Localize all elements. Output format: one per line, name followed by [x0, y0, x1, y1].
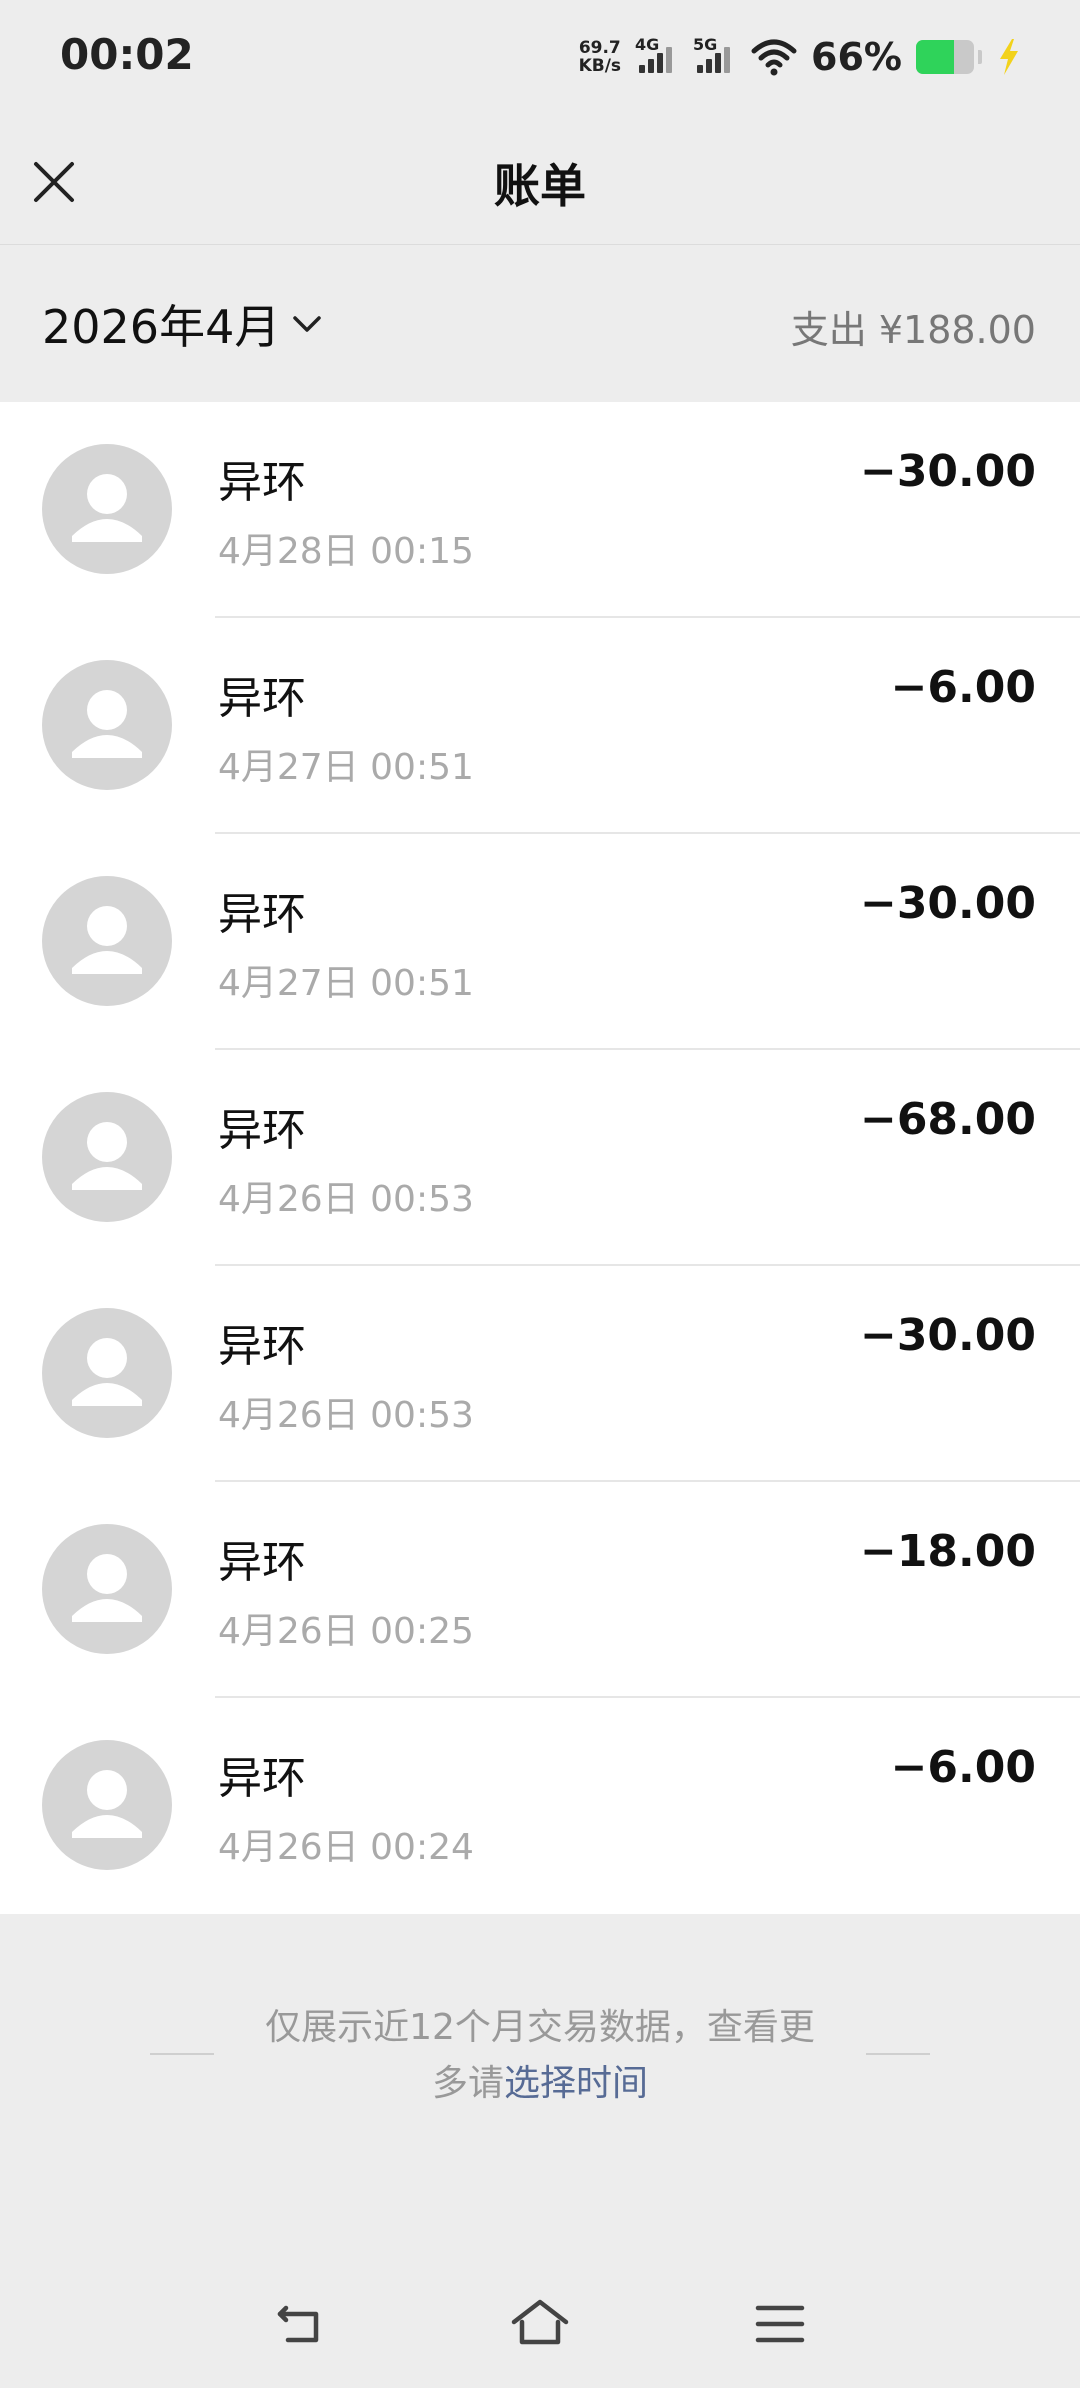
- avatar-placeholder-icon: [42, 660, 172, 790]
- status-bar: 00:02 69.7 KB/s 4G 5G 66%: [0, 0, 1080, 118]
- transaction-amount: −68.00: [859, 1094, 1036, 1145]
- battery-percent: 66%: [811, 35, 902, 79]
- transaction-time: 4月27日 00:51: [218, 747, 474, 788]
- expense-summary: 支出 ¥188.00: [790, 308, 1036, 352]
- transaction-time: 4月26日 00:25: [218, 1611, 474, 1652]
- status-time: 00:02: [60, 30, 194, 79]
- signal-sim1-icon: 4G: [635, 35, 679, 77]
- signal-sim2-icon: 5G: [693, 35, 737, 77]
- charging-bolt-icon: [1000, 39, 1018, 75]
- avatar-placeholder-icon: [42, 1308, 172, 1438]
- battery-fill: [916, 40, 955, 74]
- transaction-amount: −30.00: [859, 1310, 1036, 1361]
- transaction-amount: −6.00: [890, 1742, 1036, 1793]
- battery-icon: [916, 40, 974, 74]
- history-notice: 仅展示近12个月交易数据，查看更 多请选择时间: [0, 1910, 1080, 2210]
- merchant-name: 异环: [218, 1537, 306, 1588]
- transaction-time: 4月26日 00:24: [218, 1827, 474, 1868]
- network-speed-unit: KB/s: [578, 56, 622, 76]
- merchant-name: 异环: [218, 457, 306, 508]
- back-icon[interactable]: [272, 2294, 332, 2354]
- menu-icon[interactable]: [750, 2294, 810, 2354]
- notice-line-1: 仅展示近12个月交易数据，查看更: [265, 2007, 815, 2048]
- transaction-amount: −18.00: [859, 1526, 1036, 1577]
- avatar-placeholder-icon: [42, 1524, 172, 1654]
- notice-line-right: [866, 2053, 930, 2055]
- transaction-row[interactable]: 异环 4月27日 00:51 −6.00: [0, 618, 1080, 834]
- notice-line-2-prefix: 多请: [431, 2063, 504, 2104]
- top-bar: 账单: [0, 118, 1080, 245]
- merchant-name: 异环: [218, 889, 306, 940]
- month-label: 2026年4月: [42, 300, 281, 354]
- transaction-row[interactable]: 异环 4月26日 00:25 −18.00: [0, 1482, 1080, 1698]
- transaction-row[interactable]: 异环 4月27日 00:51 −30.00: [0, 834, 1080, 1050]
- select-time-link[interactable]: 选择时间: [504, 2063, 648, 2104]
- status-indicators: 69.7 KB/s 4G 5G 66%: [579, 32, 1022, 82]
- avatar-placeholder-icon: [42, 1740, 172, 1870]
- notice-text: 仅展示近12个月交易数据，查看更 多请选择时间: [230, 2000, 850, 2112]
- network-speed-value: 69.7: [578, 38, 621, 58]
- home-icon[interactable]: [510, 2294, 570, 2354]
- transaction-row[interactable]: 异环 4月26日 00:53 −68.00: [0, 1050, 1080, 1266]
- avatar-placeholder-icon: [42, 1092, 172, 1222]
- chevron-down-icon: [293, 316, 322, 332]
- transaction-list: 异环 4月28日 00:15 −30.00 异环 4月27日 00:51 −6.…: [0, 402, 1080, 1914]
- month-filter-bar: 2026年4月 支出 ¥188.00: [0, 245, 1080, 402]
- merchant-name: 异环: [218, 673, 306, 724]
- sim2-network-label: 5G: [693, 35, 718, 54]
- transaction-amount: −30.00: [859, 446, 1036, 497]
- transaction-row[interactable]: 异环 4月26日 00:24 −6.00: [0, 1698, 1080, 1914]
- sim1-network-label: 4G: [635, 35, 660, 54]
- avatar-placeholder-icon: [42, 876, 172, 1006]
- system-nav-bar: [0, 2260, 1080, 2388]
- merchant-name: 异环: [218, 1321, 306, 1372]
- transaction-row[interactable]: 异环 4月26日 00:53 −30.00: [0, 1266, 1080, 1482]
- transaction-time: 4月28日 00:15: [218, 531, 474, 572]
- avatar-placeholder-icon: [42, 444, 172, 574]
- transaction-row[interactable]: 异环 4月28日 00:15 −30.00: [0, 402, 1080, 618]
- wifi-icon: [751, 39, 797, 76]
- transaction-amount: −6.00: [890, 662, 1036, 713]
- transaction-time: 4月27日 00:51: [218, 963, 474, 1004]
- notice-line-left: [150, 2053, 214, 2055]
- transaction-time: 4月26日 00:53: [218, 1179, 474, 1220]
- merchant-name: 异环: [218, 1105, 306, 1156]
- battery-cap: [978, 50, 982, 64]
- page-title: 账单: [494, 159, 586, 213]
- merchant-name: 异环: [218, 1753, 306, 1804]
- network-speed: 69.7 KB/s: [579, 39, 621, 75]
- transaction-amount: −30.00: [859, 878, 1036, 929]
- transaction-time: 4月26日 00:53: [218, 1395, 474, 1436]
- month-selector[interactable]: 2026年4月: [42, 291, 324, 357]
